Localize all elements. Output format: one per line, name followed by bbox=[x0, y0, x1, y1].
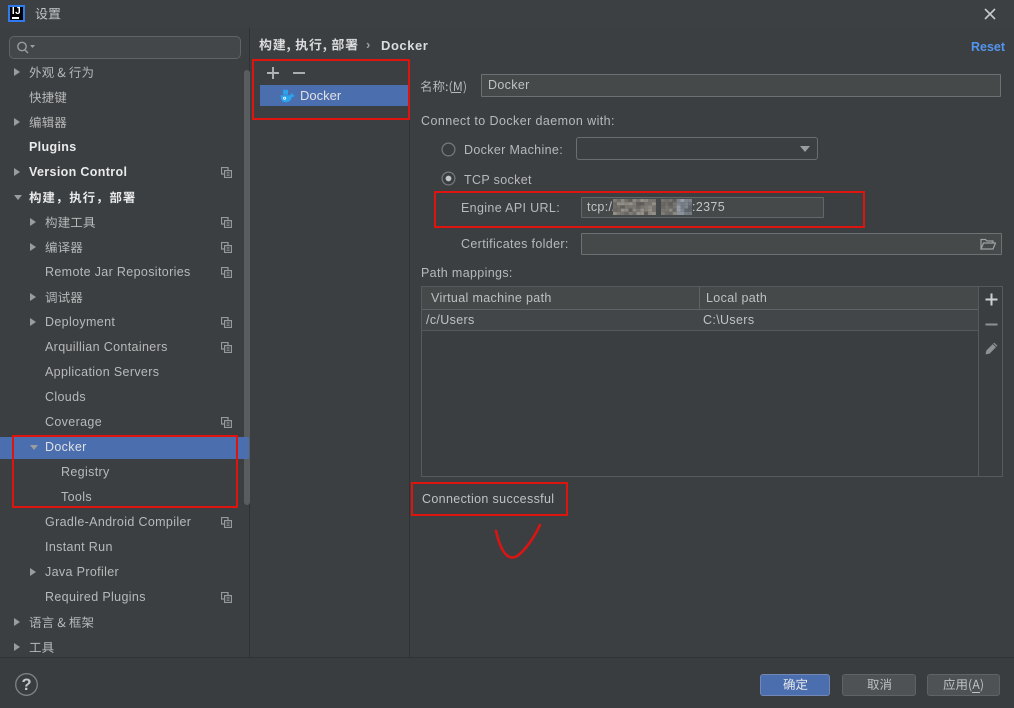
svg-text:?: ? bbox=[21, 676, 31, 694]
